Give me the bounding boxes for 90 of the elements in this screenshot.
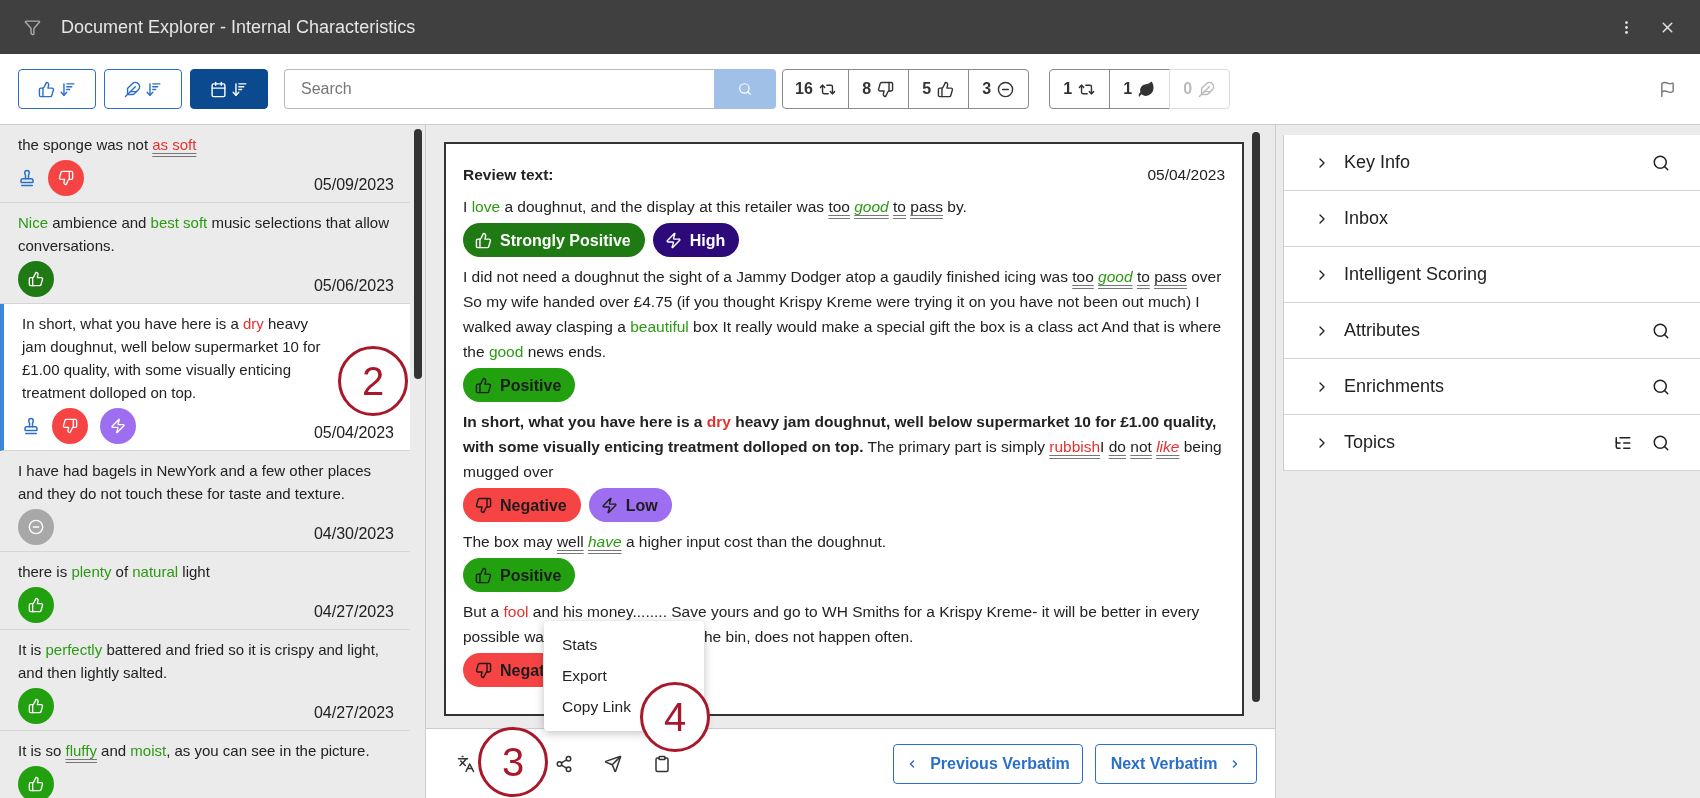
sentiment-badge: Positive [463, 558, 576, 592]
verbatim-text: I have had bagels in NewYork and a few other places and they do not touch these for taste and texture. [18, 461, 372, 504]
section-row[interactable]: Enrichments [1284, 359, 1700, 415]
stamp-icon [18, 169, 36, 187]
section-title: Intelligent Scoring [1344, 263, 1488, 286]
sentiment-indicator [18, 261, 54, 297]
search-icon[interactable] [1652, 377, 1670, 396]
sentence-text: But a fool and his money........ Save yours and go to WH Smiths for a Krispy Kreme- it will be better in every [463, 602, 1200, 622]
section-title: Topics [1344, 431, 1396, 454]
scrollbar-thumb[interactable] [413, 129, 422, 379]
menu-item[interactable]: Copy Link [562, 691, 631, 722]
count-filter-button[interactable]: 1 [1048, 69, 1110, 109]
section-row[interactable]: Attributes [1284, 303, 1700, 359]
menu-item[interactable]: Export [562, 660, 607, 691]
calendar-icon [210, 80, 227, 98]
leaf-icon [1138, 80, 1156, 98]
effort-badge: High [652, 223, 740, 257]
verbatim-date: 04/30/2023 [313, 524, 394, 544]
sentence-text: In short, what you have here is a dry heavy jam doughnut, well below supermarket 10 for £1.00 quality, with some visually enticing treatment dolloped on top. The primary part is simply rubbishI do not like being mugged over [463, 412, 1223, 482]
section-row[interactable]: Inbox [1284, 191, 1700, 247]
verbatim-text: In short, what you have here is a dry heavy jam doughnut, well below supermarket 10 for £1.00 quality, with some visually enticing treatment dolloped on top. [22, 314, 322, 403]
sort-icon [59, 80, 76, 98]
share-icon[interactable] [555, 754, 573, 773]
count-filter-button[interactable]: 16 [782, 69, 849, 109]
sentence-text: he bin, does not happen often. [704, 627, 914, 647]
feather-icon [1198, 80, 1216, 98]
review-date: 05/04/2023 [1147, 165, 1225, 185]
next-button[interactable]: Next Verbatim [1095, 743, 1257, 784]
thumbs-up-icon [937, 80, 955, 98]
sentiment-indicator [48, 160, 84, 196]
review-heading: Review text: [463, 165, 554, 185]
search-field[interactable]: Search [284, 69, 714, 109]
search-icon[interactable] [1652, 433, 1670, 452]
flag-icon[interactable] [1659, 80, 1676, 98]
effort-indicator [100, 408, 136, 444]
search-icon[interactable] [1652, 321, 1670, 340]
count-filter-button[interactable]: 5 [907, 69, 969, 109]
thumbs-down-icon [877, 80, 895, 98]
section-title: Attributes [1344, 319, 1421, 342]
sort-icon [145, 80, 162, 98]
sort-button[interactable] [104, 69, 182, 109]
section-row[interactable]: Intelligent Scoring [1284, 247, 1700, 303]
verbatim-date: 05/04/2023 [313, 423, 394, 443]
count-filter-button[interactable]: 8 [847, 69, 909, 109]
section-title: Enrichments [1344, 375, 1445, 398]
verbatim-text: It is so fluffy and moist, as you can see in the picture. [18, 741, 371, 761]
search-icon[interactable] [1652, 153, 1670, 172]
section-row[interactable]: Key Info [1284, 135, 1700, 191]
translate-icon[interactable] [457, 754, 475, 773]
menu-item[interactable]: Stats [562, 629, 598, 660]
section-row[interactable]: Topics [1284, 415, 1700, 471]
count-filter-button[interactable]: 1 [1108, 69, 1170, 109]
feather-icon [124, 80, 141, 98]
sentiment-indicator [52, 408, 88, 444]
sort-button[interactable] [18, 69, 96, 109]
verbatim-date: 05/09/2023 [313, 175, 394, 195]
verbatim-text: there is plenty of natural light [18, 562, 211, 582]
sentence-text: possible wa [463, 627, 544, 647]
verbatim-text: It is perfectly battered and fried so it is crispy and light, and then lightly salted. [18, 640, 381, 683]
sentence-text: The box may well have a higher input cost than the doughnut. [463, 532, 888, 552]
sentiment-indicator [18, 766, 54, 798]
verbatim-text: Nice ambience and best soft music selections that allow conversations. [18, 213, 391, 256]
filter-icon [24, 18, 41, 36]
effort-badge: Low [588, 488, 672, 522]
send-icon[interactable] [604, 754, 622, 773]
search-icon [738, 82, 752, 96]
sentiment-indicator [18, 688, 54, 724]
sentiment-badge: Positive [463, 368, 576, 402]
verbatim-date: 04/27/2023 [313, 703, 394, 723]
stamp-icon [22, 417, 40, 435]
previous-button[interactable]: Previous Verbatim [893, 743, 1083, 784]
thumbs-up-icon [38, 80, 55, 98]
scrollbar-thumb[interactable] [1251, 132, 1260, 702]
clipboard-icon[interactable] [653, 754, 671, 773]
sentiment-badge: Negative [463, 488, 581, 522]
verbatim-text: the sponge was not as soft [18, 135, 198, 155]
verbatim-date: 05/06/2023 [313, 276, 394, 296]
section-title: Key Info [1344, 151, 1411, 174]
sort-icon [231, 80, 248, 98]
verbatim-date: 04/27/2023 [313, 602, 394, 622]
sort-button[interactable] [190, 69, 268, 109]
sentiment-badge: Strongly Positive [463, 223, 645, 257]
count-filter-button[interactable]: 3 [967, 69, 1029, 109]
minus-circle-icon [997, 80, 1015, 98]
window-title: Document Explorer - Internal Characteristics [61, 15, 416, 39]
sentence-text: I did not need a doughnut the sight of a Jammy Dodger atop a gaudily finished icing was too good to pass over So my wife handed over £4.75 (if you thought Krispy Kreme were trying it on you have not been out much) I walked away clasping a beautiful box It really would make a special gift the box is a class act And that is where the good news ends. [463, 267, 1223, 362]
sentiment-indicator [18, 509, 54, 545]
section-title: Inbox [1344, 207, 1389, 230]
sentiment-indicator [18, 587, 54, 623]
sentence-text: I love a doughnut, and the display at this retailer was too good to pass by. [463, 197, 968, 217]
